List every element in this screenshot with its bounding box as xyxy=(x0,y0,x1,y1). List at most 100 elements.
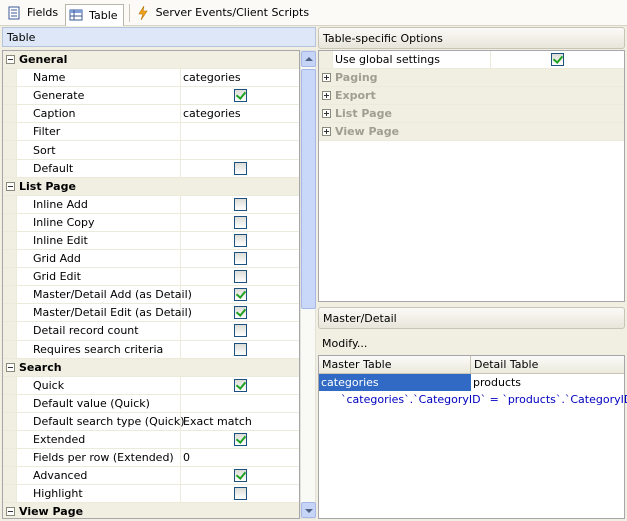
property-label: Extended xyxy=(17,430,181,449)
table-options-grid[interactable]: Use global settings Paging Export List P… xyxy=(318,50,625,302)
category-list-page-label: List Page xyxy=(19,179,76,193)
default-checkbox[interactable] xyxy=(233,161,247,175)
property-label: Grid Edit xyxy=(17,268,181,286)
collapse-icon[interactable] xyxy=(6,181,15,191)
property-label: Name xyxy=(17,69,181,87)
md-edit-checkbox[interactable] xyxy=(233,306,247,320)
property-row-md-add[interactable]: Master/Detail Add (as Detail) xyxy=(3,286,299,305)
property-row-default-search-type[interactable]: Default search type (Quick) Exact match xyxy=(3,412,299,431)
category-list-page[interactable]: List Page xyxy=(3,177,299,196)
generate-checkbox[interactable] xyxy=(233,89,247,103)
property-row-generate[interactable]: Generate xyxy=(3,87,299,106)
property-label: Caption xyxy=(17,105,181,123)
scroll-up-icon[interactable] xyxy=(301,51,316,67)
property-row-caption[interactable]: Caption categories xyxy=(3,105,299,124)
expand-icon[interactable] xyxy=(322,91,331,100)
use-global-checkbox[interactable] xyxy=(551,53,564,66)
property-row-inline-edit[interactable]: Inline Edit xyxy=(3,231,299,251)
property-row-grid-edit[interactable]: Grid Edit xyxy=(3,268,299,287)
inline-add-checkbox[interactable] xyxy=(233,197,247,211)
section-paging[interactable]: Paging xyxy=(319,69,624,87)
table-row[interactable]: categories products xyxy=(319,374,624,391)
collapse-icon[interactable] xyxy=(6,362,15,372)
expand-icon[interactable] xyxy=(322,109,331,118)
section-export[interactable]: Export xyxy=(319,87,624,105)
tab-strip: Fields Table Server Events/Client Script… xyxy=(0,0,627,26)
category-view-page-label: View Page xyxy=(19,505,84,519)
table-panel-title: Table xyxy=(7,31,36,44)
caption-value[interactable]: categories xyxy=(181,105,299,122)
category-search-label: Search xyxy=(19,360,62,374)
scroll-down-icon[interactable] xyxy=(301,502,316,518)
property-row-advanced[interactable]: Advanced xyxy=(3,467,299,486)
detail-table-cell[interactable]: products xyxy=(471,374,624,391)
requires-search-checkbox[interactable] xyxy=(233,342,247,356)
master-detail-grid[interactable]: Master Table Detail Table categories pro… xyxy=(318,355,627,519)
property-label: Sort xyxy=(17,141,181,159)
property-row-default-value-quick[interactable]: Default value (Quick) xyxy=(3,394,299,413)
property-row-sort[interactable]: Sort xyxy=(3,141,299,160)
md-add-checkbox[interactable] xyxy=(233,288,247,302)
use-global-label: Use global settings xyxy=(333,51,491,68)
use-global-row[interactable]: Use global settings xyxy=(319,51,624,69)
property-label: Detail record count xyxy=(17,322,181,340)
quick-checkbox[interactable] xyxy=(233,378,247,392)
grid-edit-checkbox[interactable] xyxy=(233,270,247,284)
property-row-grid-add[interactable]: Grid Add xyxy=(3,250,299,269)
property-grid[interactable]: General Name categories Generate Caption… xyxy=(2,50,300,519)
collapse-icon[interactable] xyxy=(6,55,15,65)
section-view-page[interactable]: View Page xyxy=(319,123,624,141)
property-row-highlight[interactable]: Highlight xyxy=(3,485,299,504)
default-value-quick-value[interactable] xyxy=(181,395,299,412)
property-row-name[interactable]: Name categories xyxy=(3,69,299,88)
master-detail-title: Master/Detail xyxy=(323,312,397,325)
advanced-checkbox[interactable] xyxy=(233,469,247,483)
default-search-type-value[interactable]: Exact match xyxy=(181,413,299,430)
property-label: Grid Add xyxy=(17,250,181,268)
expand-icon[interactable] xyxy=(322,73,331,82)
tab-server-events[interactable]: Server Events/Client Scripts xyxy=(133,3,315,23)
property-row-md-edit[interactable]: Master/Detail Edit (as Detail) xyxy=(3,304,299,323)
tab-fields[interactable]: Fields xyxy=(4,3,63,23)
property-row-fields-per-row[interactable]: Fields per row (Extended) 0 xyxy=(3,449,299,468)
property-label: Inline Copy xyxy=(17,213,181,231)
section-label: Export xyxy=(335,89,376,102)
category-view-page[interactable]: View Page xyxy=(3,503,299,519)
property-label: Requires search criteria xyxy=(17,340,181,358)
property-label: Master/Detail Edit (as Detail) xyxy=(17,304,192,322)
category-search[interactable]: Search xyxy=(3,358,299,377)
property-row-extended[interactable]: Extended xyxy=(3,430,299,450)
tab-fields-label: Fields xyxy=(27,6,59,19)
property-label: Inline Add xyxy=(17,195,181,213)
inline-edit-checkbox[interactable] xyxy=(233,233,247,247)
column-detail-table[interactable]: Detail Table xyxy=(471,356,624,373)
property-row-default[interactable]: Default xyxy=(3,159,299,178)
inline-copy-checkbox[interactable] xyxy=(233,215,247,229)
tab-table[interactable]: Table xyxy=(65,3,124,26)
relation-expression[interactable]: `categories`.`CategoryID` = `products`.`… xyxy=(319,391,627,408)
table-options-title: Table-specific Options xyxy=(323,32,443,45)
modify-link[interactable]: Modify... xyxy=(322,337,367,350)
name-value[interactable]: categories xyxy=(181,69,299,86)
property-row-filter[interactable]: Filter xyxy=(3,123,299,142)
expand-icon[interactable] xyxy=(322,127,331,136)
highlight-checkbox[interactable] xyxy=(233,487,247,501)
fields-per-row-value[interactable]: 0 xyxy=(181,449,299,466)
grid-add-checkbox[interactable] xyxy=(233,252,247,266)
column-master-table[interactable]: Master Table xyxy=(319,356,471,373)
property-grid-scrollbar[interactable] xyxy=(300,50,316,519)
collapse-icon[interactable] xyxy=(6,507,15,517)
filter-value[interactable] xyxy=(181,123,299,140)
detail-count-checkbox[interactable] xyxy=(233,324,247,338)
property-row-inline-copy[interactable]: Inline Copy xyxy=(3,213,299,232)
property-row-requires-search[interactable]: Requires search criteria xyxy=(3,340,299,359)
master-table-cell[interactable]: categories xyxy=(319,374,471,391)
property-row-inline-add[interactable]: Inline Add xyxy=(3,195,299,214)
sort-value[interactable] xyxy=(181,141,299,158)
scroll-thumb[interactable] xyxy=(301,69,316,309)
property-row-detail-count[interactable]: Detail record count xyxy=(3,322,299,341)
category-general[interactable]: General xyxy=(3,51,299,70)
section-list-page[interactable]: List Page xyxy=(319,105,624,123)
extended-checkbox[interactable] xyxy=(233,433,247,447)
property-row-quick[interactable]: Quick xyxy=(3,376,299,395)
